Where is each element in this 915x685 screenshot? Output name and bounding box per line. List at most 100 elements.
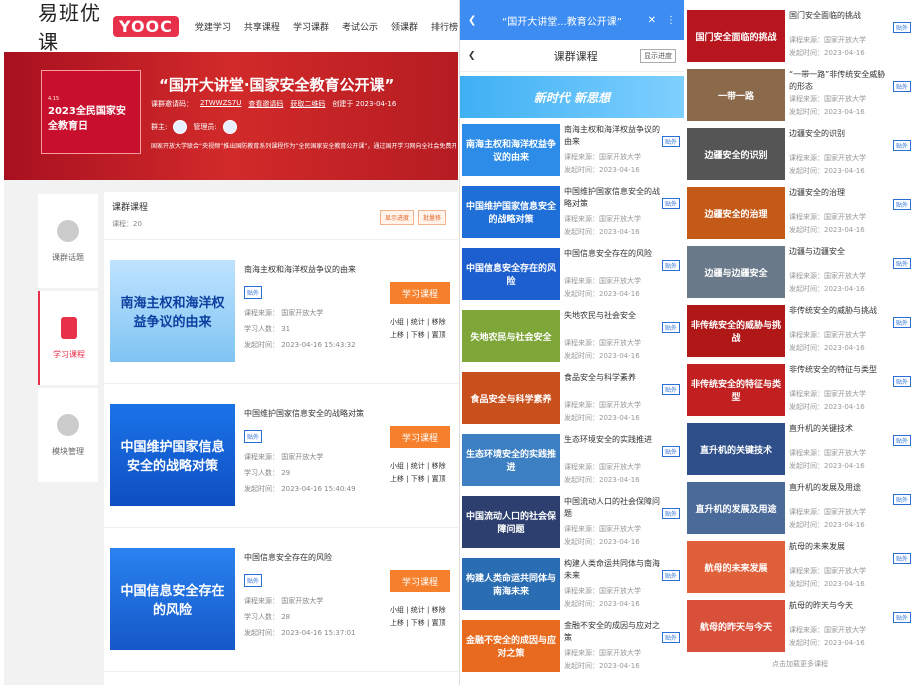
- nav-item[interactable]: 学习课群: [293, 20, 329, 33]
- list-item[interactable]: 中国流动人口的社会保障问题 中国流动人口的社会保障问题 课程来源：国家开放大学 发起时…: [460, 490, 684, 552]
- nav-item[interactable]: 考试公示: [342, 20, 378, 33]
- course-thumbnail[interactable]: 失地农民与社会安全: [462, 310, 560, 362]
- course-ops[interactable]: 小组 | 统计 | 移除 上移 | 下移 | 置顶: [390, 460, 454, 486]
- ops-row[interactable]: 上移 | 下移 | 置顶: [390, 329, 454, 342]
- sidebar-item-modules[interactable]: 模块管理: [38, 388, 98, 482]
- course-thumbnail[interactable]: 中国信息安全存在的风险: [462, 248, 560, 300]
- course-title[interactable]: 边疆与边疆安全: [789, 246, 887, 258]
- ops-row[interactable]: 小组 | 统计 | 移除: [390, 604, 454, 617]
- ops-row[interactable]: 小组 | 统计 | 移除: [390, 316, 454, 329]
- course-thumbnail[interactable]: 航母的昨天与今天: [687, 600, 785, 652]
- back-icon[interactable]: ❮: [468, 15, 476, 26]
- course-title[interactable]: 构建人类命运共同体与南海未来: [564, 558, 662, 582]
- list-item[interactable]: 航母的昨天与今天 航母的昨天与今天 课程来源：国家开放大学 发起时间：2023-04-…: [685, 594, 915, 653]
- ops-row[interactable]: 小组 | 统计 | 移除: [390, 460, 454, 473]
- course-title[interactable]: 非传统安全的威胁与挑战: [789, 305, 887, 317]
- course-title[interactable]: 失地农民与社会安全: [564, 310, 662, 322]
- list-item[interactable]: 边疆安全的治理 边疆安全的治理 课程来源：国家开放大学 发起时间：2023-04-16…: [685, 181, 915, 240]
- course-thumbnail[interactable]: 非传统安全的特征与类型: [687, 364, 785, 416]
- avatar[interactable]: [173, 120, 188, 134]
- load-more-link[interactable]: 点击加载更多课程: [685, 659, 915, 669]
- list-item[interactable]: 中国信息安全存在的风险 中国信息安全存在的风险 课程来源：国家开放大学 发起时间：20…: [460, 242, 684, 304]
- nav-item[interactable]: 排行榜: [431, 20, 458, 33]
- invite-code[interactable]: 2TWWZS7U: [200, 99, 241, 109]
- course-thumbnail[interactable]: 非传统安全的威胁与挑战: [687, 305, 785, 357]
- course-thumbnail[interactable]: 中国维护国家信息安全的战略对策: [462, 186, 560, 238]
- study-course-button[interactable]: 学习课程: [390, 282, 450, 304]
- course-thumbnail[interactable]: 直升机的关键技术: [687, 423, 785, 475]
- course-title[interactable]: 直升机的发展及用途: [789, 482, 887, 494]
- back-icon[interactable]: ❮: [468, 51, 476, 61]
- list-item[interactable]: 南海主权和海洋权益争议的由来 南海主权和海洋权益争议的由来 课程来源：国家开放大学发…: [460, 118, 684, 180]
- course-thumbnail[interactable]: 一带一路: [687, 69, 785, 121]
- course-title[interactable]: 南海主权和海洋权益争议的由来: [244, 264, 356, 275]
- view-invite-link[interactable]: 查看邀请码: [248, 99, 283, 109]
- course-thumbnail[interactable]: 边疆安全的识别: [687, 128, 785, 180]
- course-title[interactable]: 食品安全与科学素养: [564, 372, 662, 384]
- course-thumbnail[interactable]: 金融不安全的成因与应对之策: [462, 620, 560, 672]
- course-thumbnail[interactable]: 航母的未来发展: [687, 541, 785, 593]
- course-thumbnail[interactable]: 边疆安全的治理: [687, 187, 785, 239]
- list-item[interactable]: 航母的未来发展 航母的未来发展 课程来源：国家开放大学 发起时间：2023-04-16…: [685, 535, 915, 594]
- nav-item[interactable]: 共享课程: [244, 20, 280, 33]
- course-title[interactable]: 航母的昨天与今天: [789, 600, 887, 612]
- list-item[interactable]: 失地农民与社会安全 失地农民与社会安全 课程来源：国家开放大学 发起时间：2023-0…: [460, 304, 684, 366]
- list-item[interactable]: 非传统安全的特征与类型 非传统安全的特征与类型 课程来源：国家开放大学 发起时间：20…: [685, 358, 915, 417]
- close-icon[interactable]: ✕: [648, 15, 656, 26]
- course-title[interactable]: 中国维护国家信息安全的战略对策: [564, 186, 662, 210]
- course-thumbnail[interactable]: 中国维护国家信息安全的战略对策: [110, 404, 235, 506]
- course-title[interactable]: 中国信息安全存在的风险: [244, 552, 332, 563]
- course-thumbnail[interactable]: 边疆与边疆安全: [687, 246, 785, 298]
- site-logo[interactable]: 易班优课 YOOC: [38, 0, 179, 55]
- sidebar-item-topics[interactable]: 课群话题: [38, 194, 98, 288]
- course-thumbnail[interactable]: 中国信息安全存在的风险: [110, 548, 235, 650]
- list-item[interactable]: 生态环境安全的实践推进 生态环境安全的实践推进 课程来源：国家开放大学 发起时间：20…: [460, 428, 684, 490]
- course-title[interactable]: 中国流动人口的社会保障问题: [564, 496, 662, 520]
- course-thumbnail[interactable]: 生态环境安全的实践推进: [462, 434, 560, 486]
- nav-item[interactable]: 党建学习: [195, 20, 231, 33]
- ops-row[interactable]: 上移 | 下移 | 置顶: [390, 617, 454, 630]
- course-title[interactable]: 非传统安全的特征与类型: [789, 364, 887, 376]
- course-ops[interactable]: 小组 | 统计 | 移除 上移 | 下移 | 置顶: [390, 604, 454, 630]
- sidebar-item-courses[interactable]: 学习课程: [38, 291, 98, 385]
- show-progress-button[interactable]: 显示进度: [380, 210, 415, 225]
- course-thumbnail[interactable]: 国门安全面临的挑战: [687, 10, 785, 62]
- course-thumbnail[interactable]: 南海主权和海洋权益争议的由来: [462, 124, 560, 176]
- course-title[interactable]: 边疆安全的识别: [789, 128, 887, 140]
- course-title[interactable]: 生态环境安全的实践推进: [564, 434, 662, 446]
- nav-item[interactable]: 领课群: [391, 20, 418, 33]
- ops-row[interactable]: 上移 | 下移 | 置顶: [390, 473, 454, 486]
- show-progress-button[interactable]: 显示进度: [640, 48, 676, 63]
- course-title[interactable]: “一带一路”非传统安全威胁的形态: [789, 69, 887, 93]
- course-title[interactable]: 航母的未来发展: [789, 541, 887, 553]
- list-item[interactable]: 中国维护国家信息安全的战略对策 中国维护国家信息安全的战略对策 课程来源：国家开放大…: [460, 180, 684, 242]
- more-icon[interactable]: ⋮: [666, 15, 676, 26]
- course-thumbnail[interactable]: 直升机的发展及用途: [687, 482, 785, 534]
- qr-code-link[interactable]: 获取二维码: [290, 99, 325, 109]
- course-title[interactable]: 南海主权和海洋权益争议的由来: [564, 124, 662, 148]
- list-item[interactable]: 构建人类命运共同体与南海未来 构建人类命运共同体与南海未来 课程来源：国家开放大学发…: [460, 552, 684, 614]
- course-title[interactable]: 金融不安全的成因与应对之策: [564, 620, 662, 644]
- study-course-button[interactable]: 学习课程: [390, 570, 450, 592]
- course-thumbnail[interactable]: 中国流动人口的社会保障问题: [462, 496, 560, 548]
- course-title[interactable]: 中国信息安全存在的风险: [564, 248, 662, 260]
- course-thumbnail[interactable]: 食品安全与科学素养: [462, 372, 560, 424]
- course-thumbnail[interactable]: 南海主权和海洋权益争议的由来: [110, 260, 235, 362]
- course-title[interactable]: 中国维护国家信息安全的战略对策: [244, 408, 364, 419]
- avatar[interactable]: [222, 120, 237, 134]
- study-course-button[interactable]: 学习课程: [390, 426, 450, 448]
- list-item[interactable]: 金融不安全的成因与应对之策 金融不安全的成因与应对之策 课程来源：国家开放大学 发起时…: [460, 614, 684, 676]
- course-thumbnail[interactable]: 构建人类命运共同体与南海未来: [462, 558, 560, 610]
- promo-banner[interactable]: 新时代 新思想: [460, 76, 684, 118]
- list-item[interactable]: 食品安全与科学素养 食品安全与科学素养 课程来源：国家开放大学 发起时间：2023-0…: [460, 366, 684, 428]
- list-item[interactable]: 直升机的关键技术 直升机的关键技术 课程来源：国家开放大学 发起时间：2023-04-…: [685, 417, 915, 476]
- list-item[interactable]: 一带一路 “一带一路”非传统安全威胁的形态 课程来源：国家开放大学 发起时间：2023…: [685, 63, 915, 122]
- course-ops[interactable]: 小组 | 统计 | 移除 上移 | 下移 | 置顶: [390, 316, 454, 342]
- batch-move-button[interactable]: 批量移: [418, 210, 447, 225]
- course-title[interactable]: 国门安全面临的挑战: [789, 10, 887, 22]
- list-item[interactable]: 国门安全面临的挑战 国门安全面临的挑战 课程来源：国家开放大学 发起时间：2023-0…: [685, 4, 915, 63]
- course-title[interactable]: 边疆安全的治理: [789, 187, 887, 199]
- list-item[interactable]: 边疆与边疆安全 边疆与边疆安全 课程来源：国家开放大学 发起时间：2023-04-16…: [685, 240, 915, 299]
- course-title[interactable]: 直升机的关键技术: [789, 423, 887, 435]
- list-item[interactable]: 非传统安全的威胁与挑战 非传统安全的威胁与挑战 课程来源：国家开放大学 发起时间：20…: [685, 299, 915, 358]
